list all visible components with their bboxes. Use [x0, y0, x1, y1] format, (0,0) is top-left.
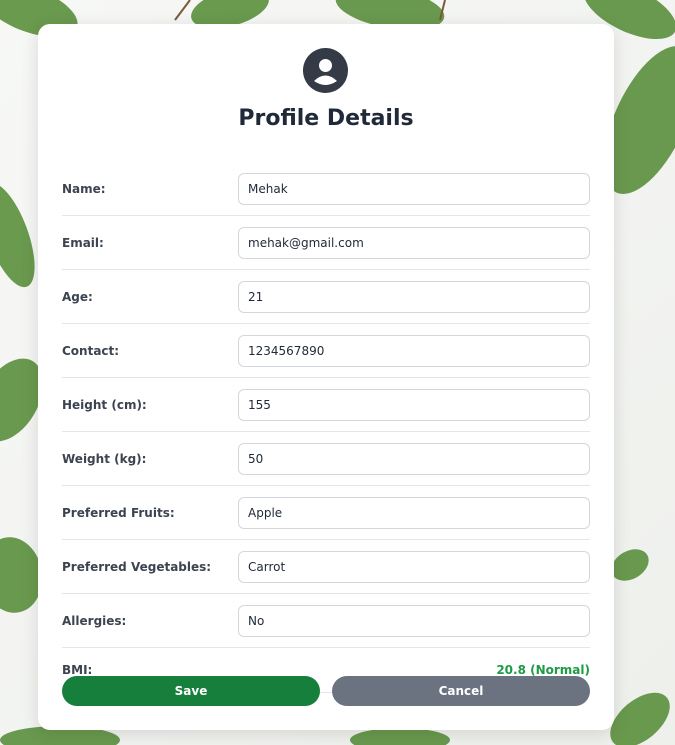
contact-label: Contact: [62, 344, 120, 358]
email-input[interactable] [238, 227, 590, 259]
cancel-button[interactable]: Cancel [332, 676, 590, 706]
field-row-name: Name: [62, 162, 590, 216]
vegetables-label: Preferred Vegetables: [62, 560, 212, 574]
field-row-age: Age: [62, 270, 590, 324]
allergies-label: Allergies: [62, 614, 127, 628]
age-input[interactable] [238, 281, 590, 313]
field-row-height: Height (cm): [62, 378, 590, 432]
field-row-vegetables: Preferred Vegetables: [62, 540, 590, 594]
email-label: Email: [62, 236, 104, 250]
contact-input[interactable] [238, 335, 590, 367]
name-input[interactable] [238, 173, 590, 205]
age-label: Age: [62, 290, 93, 304]
vegetables-input[interactable] [238, 551, 590, 583]
page-title: Profile Details [238, 106, 414, 131]
save-button[interactable]: Save [62, 676, 320, 706]
fruits-label: Preferred Fruits: [62, 506, 175, 520]
fruits-input[interactable] [238, 497, 590, 529]
field-row-weight: Weight (kg): [62, 432, 590, 486]
field-row-email: Email: [62, 216, 590, 270]
field-row-fruits: Preferred Fruits: [62, 486, 590, 540]
field-row-allergies: Allergies: [62, 594, 590, 648]
height-label: Height (cm): [62, 398, 147, 412]
field-row-contact: Contact: [62, 324, 590, 378]
profile-fields: Name: Email: Age: Contact: Height (cm): … [62, 162, 590, 693]
height-input[interactable] [238, 389, 590, 421]
weight-label: Weight (kg): [62, 452, 147, 466]
allergies-input[interactable] [238, 605, 590, 637]
weight-input[interactable] [238, 443, 590, 475]
profile-card: Profile Details Name: Email: Age: Contac… [38, 24, 614, 730]
user-circle-icon [303, 48, 348, 93]
name-label: Name: [62, 182, 106, 196]
